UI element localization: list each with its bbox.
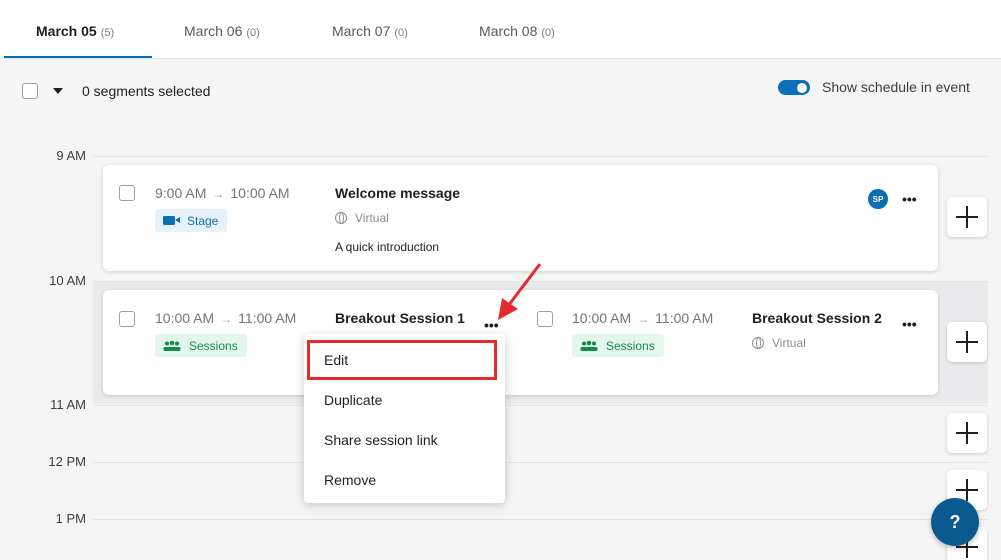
session-start-time: 10:00 AM	[572, 310, 632, 326]
edit-highlight-box	[307, 340, 497, 380]
session-card-welcome[interactable]: 9:00 AM → 10:00 AM Stage Welcome message V…	[103, 165, 938, 271]
session-end-time: 10:00 AM	[230, 185, 290, 201]
tab-label: March 08	[479, 23, 538, 39]
hour-gridline	[93, 462, 988, 463]
session-location: Virtual	[335, 211, 389, 225]
people-icon	[163, 340, 181, 351]
hour-gridline	[93, 519, 988, 520]
date-tabs: March 05 (5) March 06 (0) March 07 (0) Marc…	[0, 0, 1001, 59]
session-checkbox[interactable]	[119, 185, 135, 201]
tab-count: (0)	[394, 27, 408, 39]
session-end-time: 11:00 AM	[655, 310, 714, 326]
tab-count: (0)	[541, 27, 555, 39]
session-time-range: 10:00 AM → 11:00 AM	[155, 310, 296, 326]
select-dropdown-caret-icon[interactable]	[53, 88, 63, 94]
tab-march-07[interactable]: March 07 (0)	[332, 0, 408, 59]
session-start-time: 9:00 AM	[155, 185, 207, 201]
globe-icon	[752, 337, 764, 349]
stage-badge: Stage	[155, 209, 228, 232]
speaker-avatar[interactable]: SP	[868, 189, 888, 209]
people-icon	[580, 340, 598, 351]
session-title: Breakout Session 1	[335, 310, 465, 326]
segments-selected-count: 0 segments selected	[82, 83, 211, 99]
arrow-right-icon: →	[212, 187, 225, 201]
arrow-right-icon: →	[637, 312, 650, 326]
tab-march-06[interactable]: March 06 (0)	[184, 0, 260, 59]
hour-label-11am: 11 AM	[50, 397, 86, 412]
badge-label: Stage	[187, 213, 219, 228]
session-time-range: 10:00 AM → 11:00 AM	[572, 310, 713, 326]
session-checkbox[interactable]	[119, 311, 135, 327]
hour-label-9am: 9 AM	[56, 148, 86, 163]
tab-count: (5)	[100, 27, 115, 39]
hour-gridline	[93, 156, 988, 157]
hour-label-10am: 10 AM	[49, 273, 86, 288]
tab-label: March 06	[184, 23, 243, 39]
sessions-badge: Sessions	[572, 334, 664, 357]
session-end-time: 11:00 AM	[238, 310, 297, 326]
session-title: Breakout Session 2	[752, 310, 882, 326]
tab-label: March 07	[332, 23, 391, 39]
sessions-badge: Sessions	[155, 334, 247, 357]
active-tab-indicator	[4, 56, 152, 58]
add-session-button[interactable]	[947, 413, 987, 453]
location-label: Virtual	[355, 211, 389, 225]
globe-icon	[335, 212, 347, 224]
session-location: Virtual	[752, 336, 806, 350]
show-schedule-toggle[interactable]	[778, 80, 810, 95]
badge-label: Sessions	[189, 338, 238, 353]
menu-item-remove[interactable]: Remove	[324, 472, 376, 488]
session-description: A quick introduction	[335, 240, 440, 254]
tab-march-05[interactable]: March 05 (5)	[36, 0, 114, 59]
menu-item-duplicate[interactable]: Duplicate	[324, 392, 382, 408]
hour-gridline	[93, 405, 988, 406]
more-options-icon[interactable]: •••	[902, 317, 917, 331]
select-all-checkbox[interactable]	[22, 83, 38, 99]
tab-march-08[interactable]: March 08 (0)	[479, 0, 555, 59]
more-options-icon[interactable]: •••	[902, 192, 917, 206]
hour-label-1pm: 1 PM	[55, 511, 86, 526]
location-label: Virtual	[772, 336, 806, 350]
annotation-arrow-icon	[498, 263, 542, 320]
session-time-range: 9:00 AM → 10:00 AM	[155, 185, 290, 201]
session-start-time: 10:00 AM	[155, 310, 215, 326]
tab-label: March 05	[36, 23, 97, 39]
add-session-button[interactable]	[947, 197, 987, 237]
menu-item-share-session-link[interactable]: Share session link	[324, 432, 438, 448]
video-camera-icon	[163, 216, 180, 225]
help-button[interactable]: ?	[931, 498, 979, 546]
session-title: Welcome message	[335, 185, 461, 201]
show-schedule-label: Show schedule in event	[822, 79, 970, 95]
badge-label: Sessions	[606, 338, 655, 353]
add-session-button[interactable]	[947, 322, 987, 362]
hour-label-12pm: 12 PM	[48, 454, 86, 469]
arrow-right-icon: →	[220, 312, 233, 326]
tab-count: (0)	[246, 27, 260, 39]
toggle-knob	[797, 82, 807, 93]
